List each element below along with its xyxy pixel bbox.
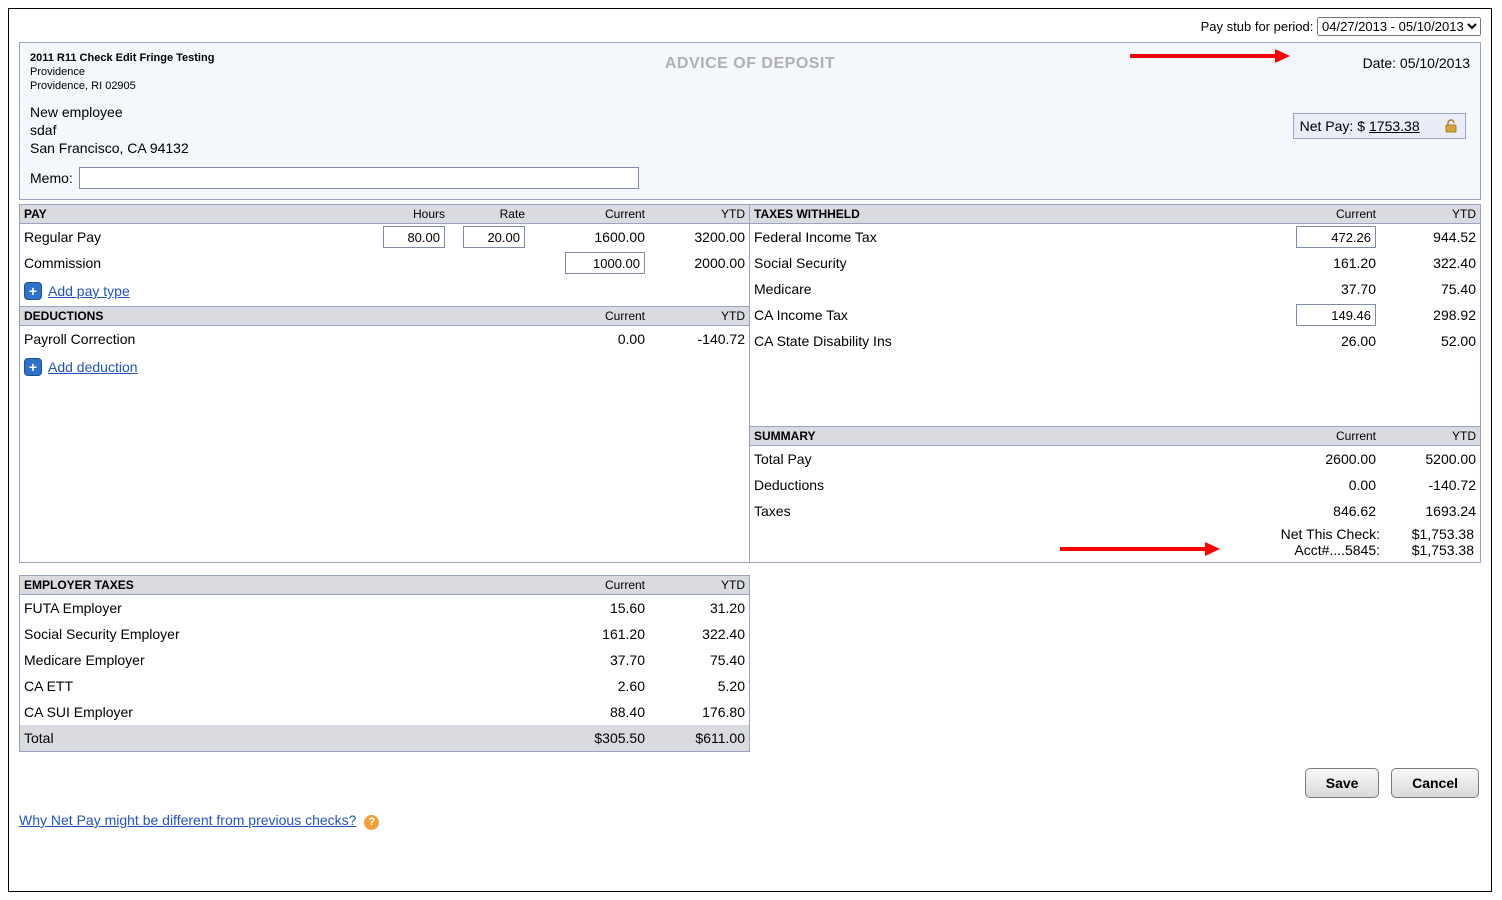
plus-icon[interactable]: + xyxy=(24,358,42,376)
deduction-row: Payroll Correction 0.00 -140.72 xyxy=(20,326,749,352)
employer-tax-row: FUTA Employer15.6031.20 xyxy=(20,595,749,621)
add-pay-type-link[interactable]: Add pay type xyxy=(48,283,130,299)
memo-label: Memo: xyxy=(30,170,73,186)
net-this-check-value: $1,753.38 xyxy=(1388,526,1474,542)
check-date: Date: 05/10/2013 xyxy=(1363,51,1470,71)
period-select[interactable]: 04/27/2013 - 05/10/2013 xyxy=(1317,17,1481,36)
rate-input[interactable] xyxy=(463,226,525,248)
save-button[interactable]: Save xyxy=(1305,768,1380,798)
tax-row: Medicare 37.70 75.40 xyxy=(750,276,1480,302)
period-label: Pay stub for period: xyxy=(1201,19,1314,34)
tax-current-input[interactable] xyxy=(1296,226,1376,248)
annotation-arrow-icon xyxy=(1060,540,1220,556)
hours-input[interactable] xyxy=(383,226,445,248)
annotation-arrow-icon xyxy=(1130,47,1290,63)
net-pay-box: Net Pay: $ 1753.38 xyxy=(1293,113,1466,139)
employer-tax-row: CA ETT2.605.20 xyxy=(20,673,749,699)
summary-row: Taxes 846.62 1693.24 xyxy=(750,498,1480,524)
employer-tax-total-row: Total $305.50 $611.00 xyxy=(20,725,749,751)
tax-current-input[interactable] xyxy=(1296,304,1376,326)
tax-row: Federal Income Tax 944.52 xyxy=(750,224,1480,250)
net-pay-amount[interactable]: 1753.38 xyxy=(1369,118,1439,134)
tax-row: CA Income Tax 298.92 xyxy=(750,302,1480,328)
summary-row: Total Pay 2600.00 5200.00 xyxy=(750,446,1480,472)
why-netpay-link[interactable]: Why Net Pay might be different from prev… xyxy=(19,812,356,828)
tax-row: CA State Disability Ins 26.00 52.00 xyxy=(750,328,1480,354)
employer-tax-row: CA SUI Employer88.40176.80 xyxy=(20,699,749,725)
employer-tax-row: Social Security Employer161.20322.40 xyxy=(20,621,749,647)
add-deduction-link[interactable]: Add deduction xyxy=(48,359,138,375)
summary-row: Deductions 0.00 -140.72 xyxy=(750,472,1480,498)
acct-label: Acct#....5845: xyxy=(1294,542,1380,558)
summary-heading: SUMMARY xyxy=(754,429,1256,443)
employer-taxes-heading: EMPLOYER TAXES xyxy=(24,578,525,592)
taxes-heading: TAXES WITHHELD xyxy=(754,207,1256,221)
acct-value: $1,753.38 xyxy=(1388,542,1474,558)
pay-heading: PAY xyxy=(24,207,365,221)
current-input[interactable] xyxy=(565,252,645,274)
net-this-check-label: Net This Check: xyxy=(1281,526,1380,542)
cancel-button[interactable]: Cancel xyxy=(1391,768,1479,798)
employee-address: New employee sdaf San Francisco, CA 9413… xyxy=(20,93,1480,163)
help-icon[interactable]: ? xyxy=(364,815,379,830)
pay-row: Regular Pay 1600.00 3200.00 xyxy=(20,224,749,250)
company-address: 2011 R11 Check Edit Fringe Testing Provi… xyxy=(30,51,410,93)
employer-tax-row: Medicare Employer37.7075.40 xyxy=(20,647,749,673)
tax-row: Social Security 161.20 322.40 xyxy=(750,250,1480,276)
pay-row: Commission 2000.00 xyxy=(20,250,749,276)
advice-title: ADVICE OF DEPOSIT xyxy=(665,55,835,73)
deductions-heading: DEDUCTIONS xyxy=(24,309,525,323)
plus-icon[interactable]: + xyxy=(24,282,42,300)
memo-input[interactable] xyxy=(79,167,639,189)
lock-icon[interactable] xyxy=(1443,118,1459,134)
